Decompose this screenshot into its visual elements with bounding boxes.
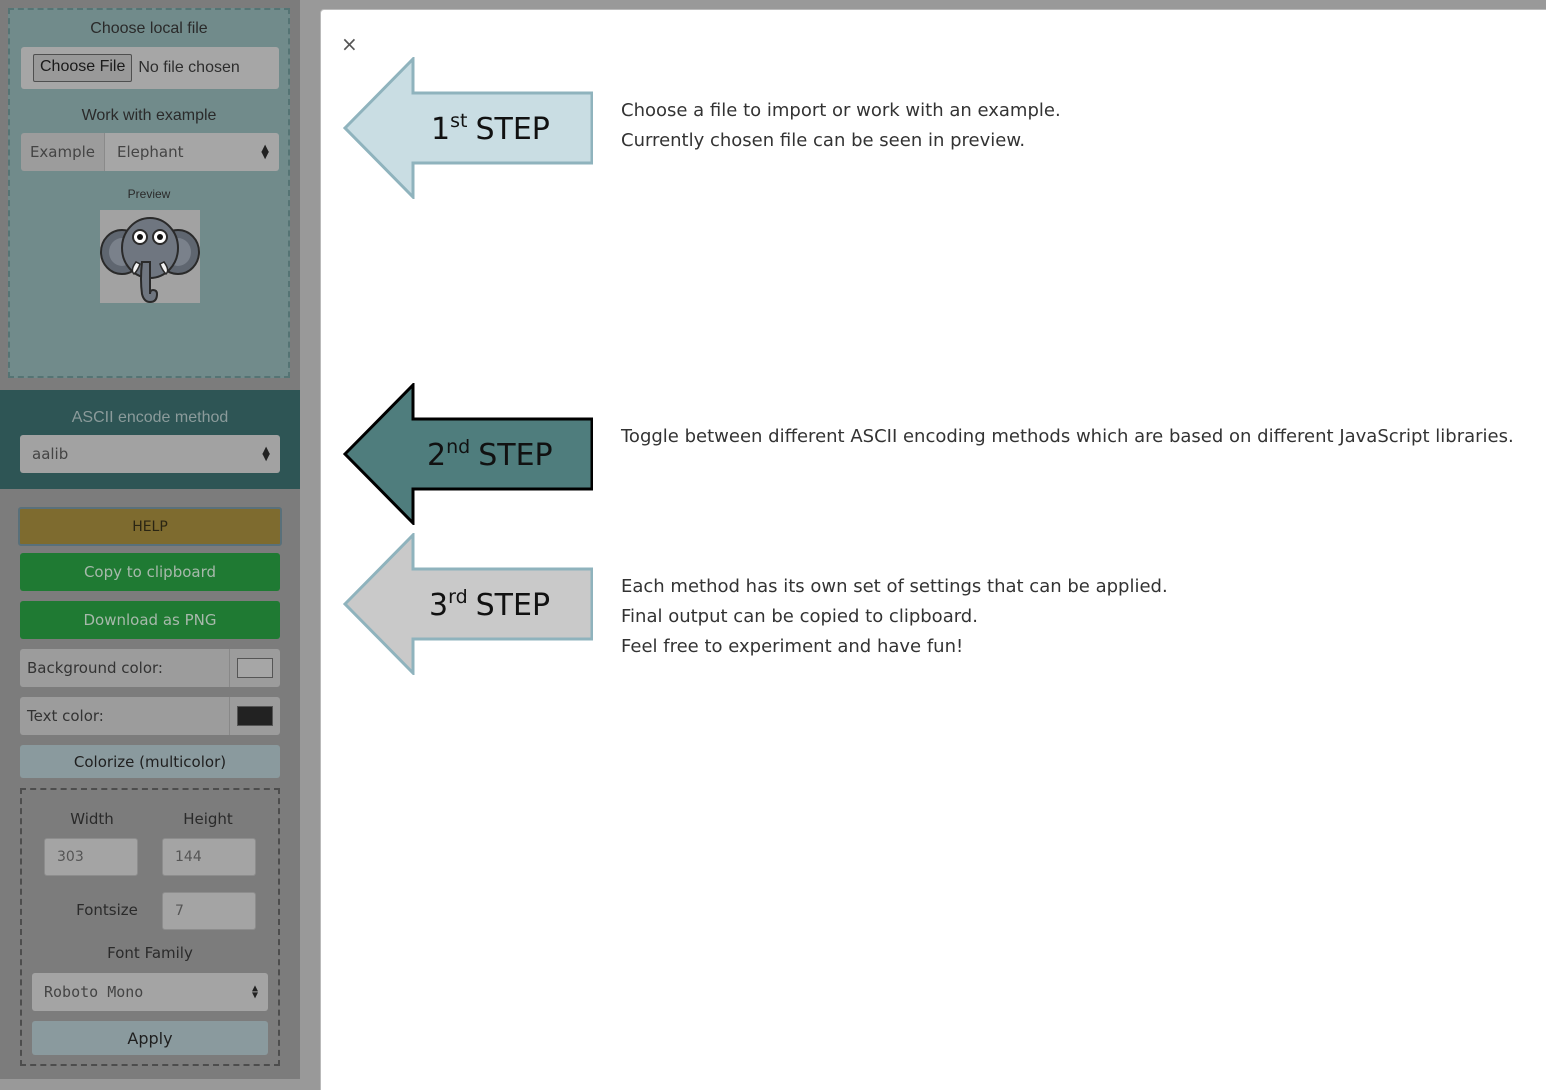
example-addon-label: Example [21, 133, 105, 171]
step-3-text: Each method has its own set of settings … [621, 572, 1168, 662]
step-2-number: 2 [427, 438, 446, 473]
step-3-arrow-shape [342, 531, 594, 677]
step-3-suffix: rd [448, 586, 468, 608]
step-2-word: STEP [478, 438, 552, 473]
apply-button[interactable]: Apply [32, 1021, 268, 1055]
background-color-row: Background color: [20, 649, 280, 687]
example-input-group: Example Elephant ▲ ▼ [21, 133, 279, 171]
copy-to-clipboard-button[interactable]: Copy to clipboard [20, 553, 280, 591]
example-select[interactable]: Elephant ▲ ▼ [105, 133, 279, 171]
help-button[interactable]: HELP [18, 507, 282, 546]
no-file-chosen-text: No file chosen [138, 59, 240, 76]
svg-text:2ndSTEP: 2nd STEP [427, 436, 553, 473]
step-1-line-1: Choose a file to import or work with an … [621, 100, 1061, 121]
step-1-arrow: 1st STEP [342, 55, 594, 201]
step-1-text: Choose a file to import or work with an … [621, 96, 1061, 156]
select-caret-icon: ▲ ▼ [262, 445, 270, 463]
font-family-value: Roboto Mono [44, 983, 144, 1001]
step-3-line-2: Final output can be copied to clipboard. [621, 606, 978, 627]
encode-method-select[interactable]: aalib ▲ ▼ [20, 435, 280, 473]
font-family-label: Font Family [107, 944, 193, 962]
height-input[interactable]: 144 [162, 838, 256, 876]
preview-image [100, 210, 200, 304]
text-color-picker[interactable] [229, 697, 280, 735]
step-1-line-2: Currently chosen file can be seen in pre… [621, 130, 1026, 151]
choose-local-file-label: Choose local file [90, 20, 208, 37]
preview-label: Preview [127, 187, 171, 201]
fontsize-input[interactable]: 7 [162, 892, 256, 930]
help-modal: × 1st STEP Choose a file to import or wor… [320, 9, 1546, 1090]
sidebar: Choose local file Choose File No file ch… [0, 0, 300, 1079]
step-3-arrow: 3rd STEP [342, 531, 594, 677]
width-label: Width [70, 810, 114, 828]
select-caret-icon: ▲ ▼ [261, 143, 269, 161]
step-3-number: 3 [429, 588, 448, 623]
step-2-line-1: Toggle between different ASCII encoding … [621, 426, 1514, 447]
work-with-example-label: Work with example [81, 107, 217, 124]
svg-text:1stSTEP: 1st STEP [431, 110, 550, 147]
choose-file-button[interactable]: Choose File [33, 54, 133, 82]
height-label: Height [183, 810, 233, 828]
step-3-line-3: Feel free to experiment and have fun! [621, 636, 964, 657]
select-caret-icon: ▲ ▼ [251, 983, 258, 1001]
svg-text:3rdSTEP: 3rd STEP [429, 586, 550, 623]
encode-method-value: aalib [32, 445, 69, 463]
settings-panel: Width Height 303 144 Fontsize 7 Font Fam… [20, 788, 280, 1066]
encode-method-panel: ASCII encode method aalib ▲ ▼ [0, 390, 300, 489]
step-3-word: STEP [476, 588, 550, 623]
background-color-picker[interactable] [229, 649, 280, 687]
close-icon[interactable]: × [341, 34, 358, 54]
step-1-suffix: st [450, 110, 467, 132]
elephant-preview-icon [100, 217, 200, 304]
download-png-button[interactable]: Download as PNG [20, 601, 280, 639]
colorize-button[interactable]: Colorize (multicolor) [20, 745, 280, 778]
encode-method-label: ASCII encode method [71, 409, 229, 426]
file-input[interactable]: Choose File No file chosen [21, 47, 279, 89]
fontsize-label: Fontsize [76, 901, 138, 919]
step-3-line-1: Each method has its own set of settings … [621, 576, 1168, 597]
background-color-swatch[interactable] [237, 658, 273, 678]
background-color-label: Background color: [20, 649, 229, 687]
text-color-row: Text color: [20, 697, 280, 735]
text-color-label: Text color: [20, 697, 229, 735]
step-1-word: STEP [475, 112, 549, 147]
font-family-select[interactable]: Roboto Mono ▲ ▼ [32, 973, 268, 1011]
text-color-swatch[interactable] [237, 706, 273, 726]
file-input-panel: Choose local file Choose File No file ch… [8, 8, 290, 378]
step-1-number: 1 [431, 112, 450, 147]
step-1-arrow-shape [342, 55, 594, 201]
example-select-value: Elephant [117, 143, 184, 161]
step-2-suffix: nd [446, 436, 470, 458]
width-input[interactable]: 303 [44, 838, 138, 876]
step-2-text: Toggle between different ASCII encoding … [621, 422, 1514, 452]
step-2-arrow: 2nd STEP [342, 381, 594, 527]
